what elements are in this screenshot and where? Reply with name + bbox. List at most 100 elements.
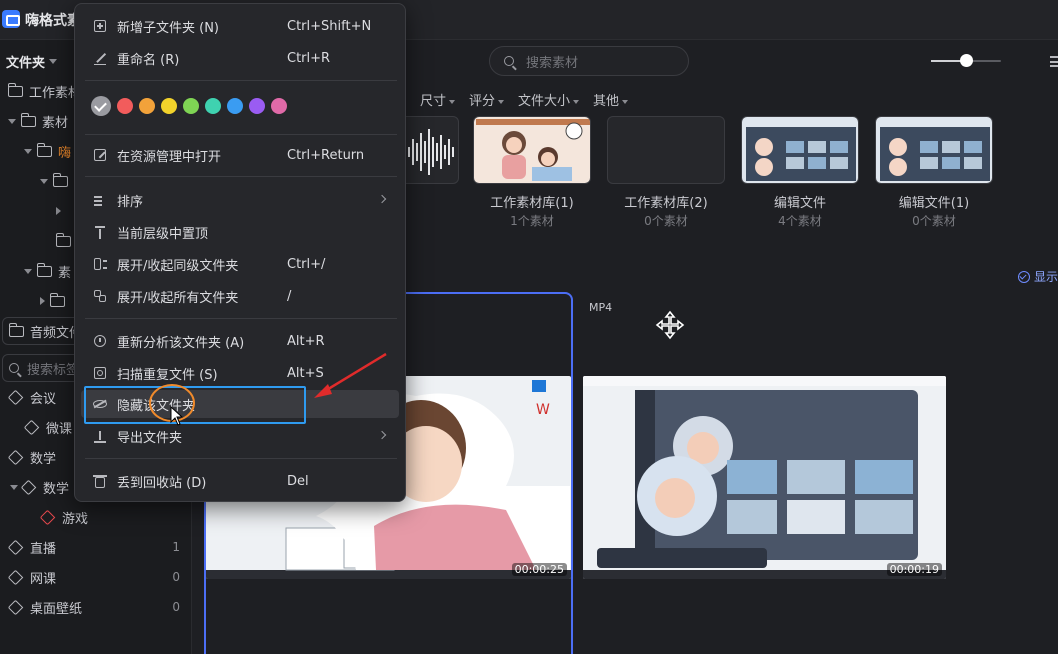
chevron-down-icon: [24, 148, 32, 154]
menu-item-expand-all[interactable]: 展开/收起所有文件夹 /: [81, 282, 399, 310]
folder-icon: [52, 172, 68, 187]
folder-icon: [20, 112, 36, 127]
sidebar-tag-item[interactable]: 网课 0: [7, 564, 202, 590]
expand-sibling-icon: [93, 257, 107, 271]
menu-item-label: 新增子文件夹 (N): [117, 20, 220, 36]
chevron-down-icon: [10, 484, 18, 490]
tag-label: 数学: [43, 481, 70, 497]
folder-card-count: 1个素材: [510, 214, 554, 228]
cartoon-thumbnail: [474, 117, 590, 183]
reanalyze-icon: [93, 334, 107, 348]
filter-other[interactable]: 其他: [593, 90, 629, 109]
sidebar-tag-item[interactable]: 桌面壁纸 0: [7, 594, 202, 620]
chevron-down-icon: [49, 58, 58, 64]
menu-item-label: 导出文件夹: [117, 430, 183, 446]
folder-card[interactable]: [875, 116, 993, 184]
chevron-down-icon: [8, 118, 16, 124]
color-swatch-yellow[interactable]: [161, 98, 177, 114]
menu-item-export-folder[interactable]: 导出文件夹: [81, 422, 399, 450]
app-title: 嗨格式素: [25, 13, 81, 29]
expand-all-icon: [93, 289, 107, 303]
external-link-icon: [93, 148, 107, 162]
trash-icon: [93, 474, 107, 488]
menu-item-label: 排序: [117, 194, 144, 210]
search-input[interactable]: 搜索素材: [489, 46, 689, 76]
tag-label: 直播: [30, 541, 57, 557]
filter-bar: 尺寸 评分 文件大小 其他: [420, 90, 629, 109]
color-swatch-green[interactable]: [183, 98, 199, 114]
tag-label: 游戏: [62, 511, 89, 527]
menu-item-open-in-explorer[interactable]: 在资源管理中打开 Ctrl+Return: [81, 141, 399, 169]
folder-icon: [49, 292, 65, 307]
video-call-thumbnail: [742, 117, 858, 183]
svg-text:W: W: [536, 402, 550, 418]
menu-item-shortcut: Alt+R: [287, 333, 325, 349]
menu-item-shortcut: Ctrl+R: [287, 50, 331, 66]
filter-size[interactable]: 尺寸: [420, 90, 456, 109]
context-menu: 新增子文件夹 (N) Ctrl+Shift+N 重命名 (R) Ctrl+R 在…: [74, 3, 406, 502]
folder-card-count: 0个素材: [644, 214, 688, 228]
show-checkbox[interactable]: 显示: [1018, 268, 1058, 285]
file-format-badge: MP4: [589, 301, 613, 314]
folder-label: 素材: [42, 115, 69, 131]
search-icon: [504, 56, 514, 66]
folder-card[interactable]: [741, 116, 859, 184]
menu-item-label: 在资源管理中打开: [117, 149, 222, 165]
menu-item-sort[interactable]: 排序: [81, 186, 399, 214]
folder-icon: [55, 232, 71, 247]
chevron-right-icon: [377, 194, 387, 204]
color-swatch-none[interactable]: [91, 96, 111, 116]
color-swatch-teal[interactable]: [205, 98, 221, 114]
tag-search-placeholder: 搜索标签: [27, 362, 80, 378]
video-thumbnail[interactable]: 00:00:19: [583, 376, 946, 579]
filter-file-size[interactable]: 文件大小: [518, 90, 580, 109]
tag-count: 0: [172, 570, 180, 584]
color-swatch-pink[interactable]: [271, 98, 287, 114]
search-placeholder: 搜索素材: [526, 55, 579, 71]
menu-item-label: 扫描重复文件 (S): [117, 367, 218, 383]
chevron-down-icon: [449, 99, 456, 104]
filter-rating[interactable]: 评分: [469, 90, 505, 109]
tag-label: 数学: [30, 451, 57, 467]
export-icon: [93, 429, 107, 443]
tag-icon: [7, 599, 24, 615]
folder-card-name: 工作素材库(1): [490, 196, 574, 211]
tag-label: 微课: [46, 421, 73, 437]
color-swatch-blue[interactable]: [227, 98, 243, 114]
menu-item-label: 重命名 (R): [117, 52, 180, 68]
color-swatch-orange[interactable]: [139, 98, 155, 114]
folder-label: 素: [58, 265, 72, 281]
tag-label: 网课: [30, 571, 57, 587]
menu-item-new-subfolder[interactable]: 新增子文件夹 (N) Ctrl+Shift+N: [81, 12, 399, 40]
menu-item-label: 当前层级中置顶: [117, 226, 209, 242]
menu-item-pin-top[interactable]: 当前层级中置顶: [81, 218, 399, 246]
tag-icon: [39, 509, 56, 525]
folder-card[interactable]: [607, 116, 725, 184]
folder-card[interactable]: [473, 116, 591, 184]
zoom-slider-handle[interactable]: [960, 54, 973, 67]
tag-count: 1: [172, 540, 180, 554]
tag-label: 桌面壁纸: [30, 601, 83, 617]
chevron-right-icon: [56, 207, 61, 215]
zoom-slider[interactable]: [931, 54, 1001, 67]
check-circle-icon: [1018, 270, 1030, 283]
folder-icon: [36, 262, 52, 277]
folder-icon: [8, 322, 24, 337]
menu-item-expand-sibling[interactable]: 展开/收起同级文件夹 Ctrl+/: [81, 250, 399, 278]
move-cursor-icon: [655, 310, 685, 340]
color-swatch-purple[interactable]: [249, 98, 265, 114]
mouse-pointer-icon: [170, 406, 184, 426]
highlight-rectangle: [84, 386, 306, 424]
menu-item-rename[interactable]: 重命名 (R) Ctrl+R: [81, 44, 399, 72]
color-swatch-red[interactable]: [117, 98, 133, 114]
pencil-icon: [93, 51, 107, 65]
list-view-icon[interactable]: [1050, 56, 1058, 67]
sidebar-tag-item[interactable]: 直播 1: [7, 534, 202, 560]
tag-icon: [7, 449, 24, 465]
menu-item-trash[interactable]: 丢到回收站 (D) Del: [81, 467, 399, 495]
tag-icon: [7, 539, 24, 555]
menu-item-shortcut: Ctrl+/: [287, 256, 326, 272]
menu-separator: [85, 134, 397, 135]
menu-separator: [85, 318, 397, 319]
video-call-thumbnail: [876, 117, 992, 183]
